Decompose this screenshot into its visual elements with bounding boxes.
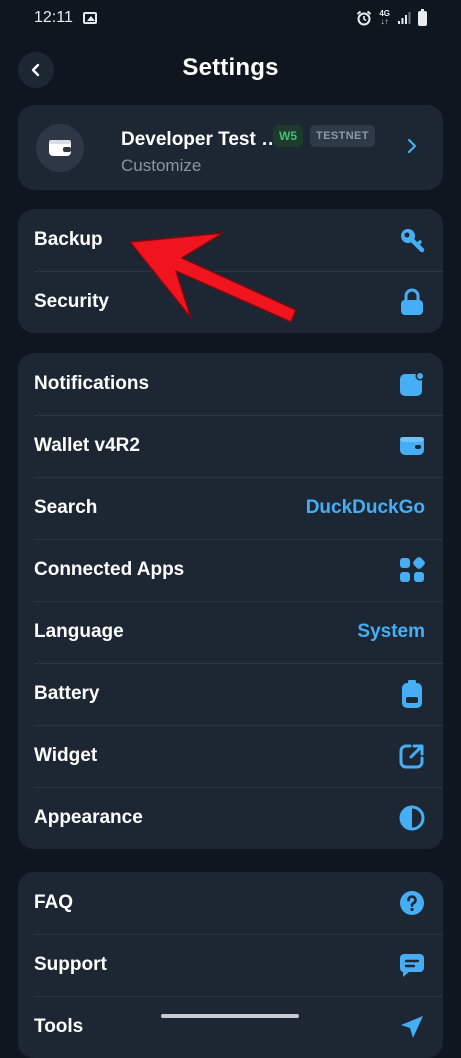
lock-icon	[399, 288, 425, 315]
contrast-icon	[399, 805, 425, 831]
settings-row-security[interactable]: Security	[18, 271, 443, 333]
data-arrows: ↓↑	[380, 17, 389, 26]
battery-icon	[399, 680, 425, 708]
page-title: Settings	[182, 54, 279, 81]
settings-row-appearance[interactable]: Appearance	[18, 787, 443, 849]
external-link-icon	[399, 743, 425, 769]
alarm-icon	[357, 10, 372, 26]
network-type-indicator: 4G ↓↑	[379, 10, 390, 26]
settings-row-backup[interactable]: Backup	[18, 209, 443, 271]
settings-group-help: FAQ Support Tools	[18, 872, 443, 1058]
row-label: Connected Apps	[34, 559, 185, 580]
wallet-card[interactable]: Developer Test Wallet W5 TESTNET Customi…	[18, 105, 443, 190]
home-indicator[interactable]	[161, 1014, 299, 1018]
row-label: Widget	[34, 745, 98, 766]
wallet-icon	[399, 433, 425, 459]
row-label: Notifications	[34, 373, 150, 394]
wallet-avatar	[36, 124, 84, 172]
settings-row-search[interactable]: Search DuckDuckGo	[18, 477, 443, 539]
status-time: 12:11	[34, 9, 73, 26]
settings-row-connected-apps[interactable]: Connected Apps	[18, 539, 443, 601]
settings-row-language[interactable]: Language System	[18, 601, 443, 663]
send-icon	[399, 1014, 425, 1040]
apps-icon	[399, 557, 425, 583]
search-engine-value: DuckDuckGo	[305, 497, 425, 518]
testnet-badge: TESTNET	[310, 125, 375, 147]
settings-group-general: Notifications Wallet v4R2 Search DuckDuc…	[18, 353, 443, 849]
settings-row-notifications[interactable]: Notifications	[18, 353, 443, 415]
row-label: Backup	[34, 229, 103, 250]
row-label: Wallet v4R2	[34, 435, 140, 456]
settings-row-wallet-version[interactable]: Wallet v4R2	[18, 415, 443, 477]
notification-icon	[399, 371, 425, 397]
message-icon	[399, 952, 425, 978]
header: Settings	[0, 50, 461, 90]
key-icon	[399, 227, 425, 253]
row-label: FAQ	[34, 892, 74, 913]
battery-status-icon	[418, 8, 427, 26]
settings-row-tools[interactable]: Tools	[18, 996, 443, 1058]
settings-row-battery[interactable]: Battery	[18, 663, 443, 725]
wallet-icon	[49, 140, 71, 156]
wallet-name: Developer Test Wallet	[121, 129, 285, 150]
settings-group-backup-security: Backup Security	[18, 209, 443, 333]
question-icon	[399, 890, 425, 916]
row-label: Appearance	[34, 807, 143, 828]
row-label: Search	[34, 497, 98, 518]
chevron-right-icon	[407, 138, 417, 154]
signal-icon	[398, 12, 411, 24]
row-label: Language	[34, 621, 124, 642]
status-bar: 12:11 4G ↓↑	[0, 0, 461, 36]
settings-row-widget[interactable]: Widget	[18, 725, 443, 787]
row-label: Support	[34, 954, 107, 975]
wallet-subtitle: Customize	[121, 156, 202, 175]
settings-row-support[interactable]: Support	[18, 934, 443, 996]
row-label: Tools	[34, 1016, 84, 1037]
row-label: Battery	[34, 683, 100, 704]
image-notification-icon	[82, 12, 97, 24]
row-label: Security	[34, 291, 109, 312]
settings-row-faq[interactable]: FAQ	[18, 872, 443, 934]
wallet-version-badge: W5	[273, 125, 303, 147]
language-value: System	[357, 621, 425, 642]
